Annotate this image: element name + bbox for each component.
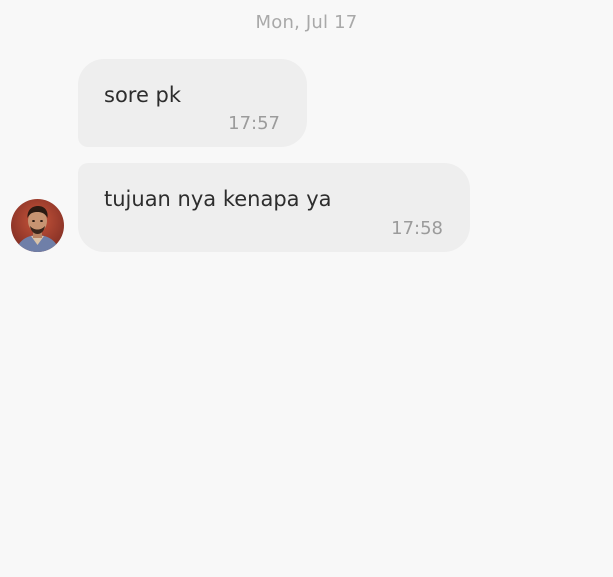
message-text: tujuan nya kenapa ya bbox=[104, 187, 332, 211]
message-bubble-received[interactable]: sore pk 17:57 bbox=[78, 59, 307, 147]
message-text: sore pk bbox=[104, 83, 182, 107]
message-timestamp: 17:57 bbox=[228, 113, 280, 134]
date-divider: Mon, Jul 17 bbox=[255, 12, 358, 33]
chat-thread: Mon, Jul 17 sore pk 17:57 tujuan nya ken… bbox=[0, 0, 613, 577]
message-bubble-received[interactable]: tujuan nya kenapa ya 17:58 bbox=[78, 163, 470, 252]
person-photo-avatar-icon bbox=[11, 199, 64, 252]
sender-avatar[interactable] bbox=[11, 199, 64, 252]
message-timestamp: 17:58 bbox=[391, 218, 443, 239]
